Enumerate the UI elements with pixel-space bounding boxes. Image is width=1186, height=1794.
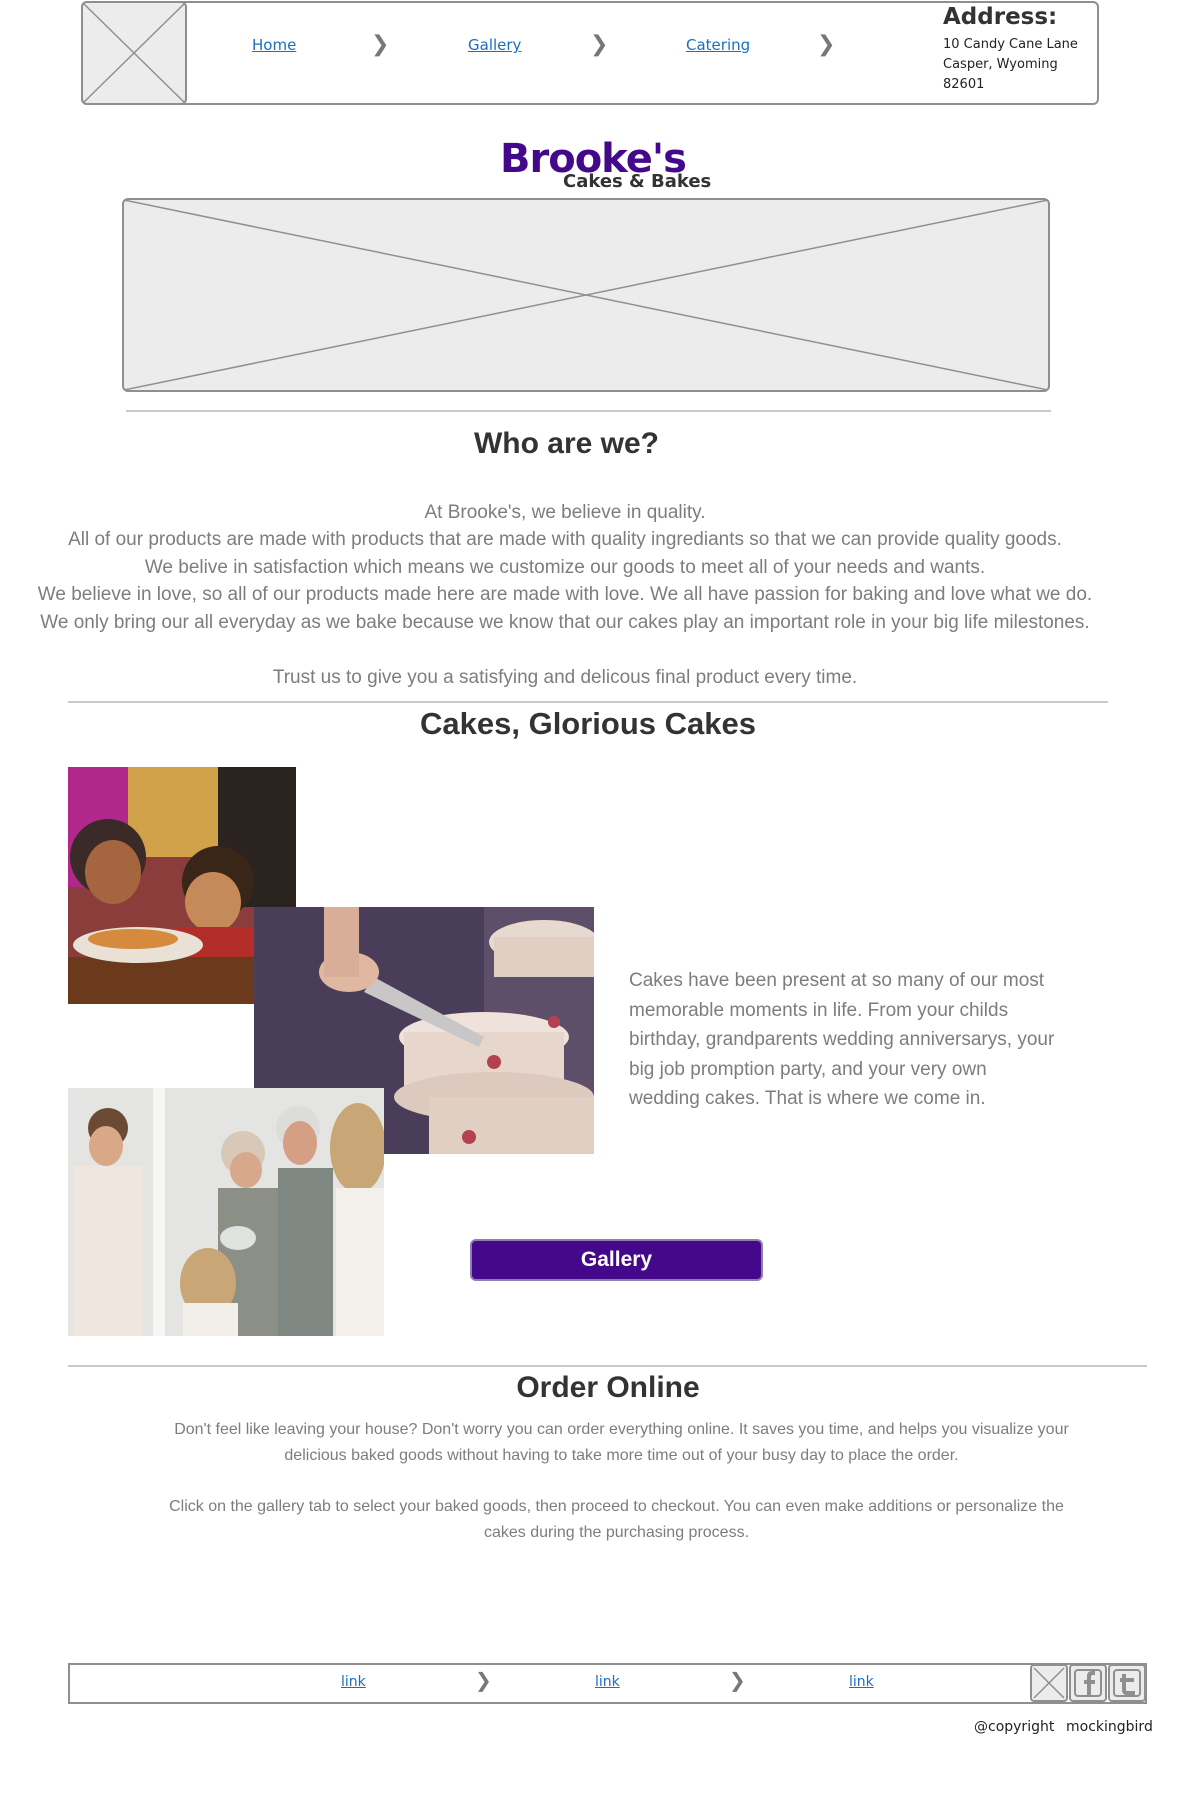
chevron-right-icon: ❯ [475,1668,492,1692]
address-city: Casper, Wyoming [943,57,1058,72]
footer-link-2[interactable]: link [595,1674,620,1690]
divider [126,410,1051,412]
order-paragraph-2: Click on the gallery tab to select your … [169,1498,1064,1541]
cakes-heading: Cakes, Glorious Cakes [420,706,756,741]
order-paragraph-1: Don't feel like leaving your house? Don'… [174,1421,1069,1464]
logo-placeholder-image[interactable] [81,1,187,105]
family-celebration-photo [68,1088,384,1336]
twitter-icon[interactable] [1108,1664,1146,1702]
about-line-5: We only bring our all everyday as we bak… [40,612,1090,633]
chevron-right-icon: ❯ [817,32,836,57]
address-street: 10 Candy Cane Lane [943,37,1078,52]
chevron-right-icon: ❯ [729,1668,746,1692]
about-heading: Who are we? [473,427,660,460]
address-title: Address: [943,4,1058,30]
copyright-text: @copyright [974,1719,1055,1735]
chevron-right-icon: ❯ [371,32,390,57]
credit-text: mockingbird [1066,1719,1153,1735]
footer-link-3[interactable]: link [849,1674,874,1690]
about-closing-line: Trust us to give you a satisfying and de… [272,667,858,688]
about-line-2: All of our products are made with produc… [68,529,1062,550]
cakes-description: Cakes have been present at so many of ou… [629,970,1055,1109]
facebook-icon[interactable] [1069,1664,1107,1702]
hero-placeholder-image [122,198,1050,392]
order-heading: Order Online [516,1371,700,1404]
divider [68,1365,1147,1367]
gallery-button[interactable]: Gallery [470,1239,763,1281]
address-zip: 82601 [943,77,985,92]
nav-link-gallery[interactable]: Gallery [468,36,521,54]
image-placeholder-icon[interactable] [1030,1664,1068,1702]
about-line-4: We believe in love, so all of our produc… [37,584,1093,605]
chevron-right-icon: ❯ [590,32,609,57]
footer-link-1[interactable]: link [341,1674,366,1690]
nav-link-home[interactable]: Home [252,36,296,54]
brand-tagline: Cakes & Bakes [563,171,712,192]
about-line-3: We belive in satisfaction which means we… [144,557,986,578]
nav-link-catering[interactable]: Catering [686,36,750,54]
about-line-1: At Brooke's, we believe in quality. [424,502,706,523]
divider [68,701,1108,703]
